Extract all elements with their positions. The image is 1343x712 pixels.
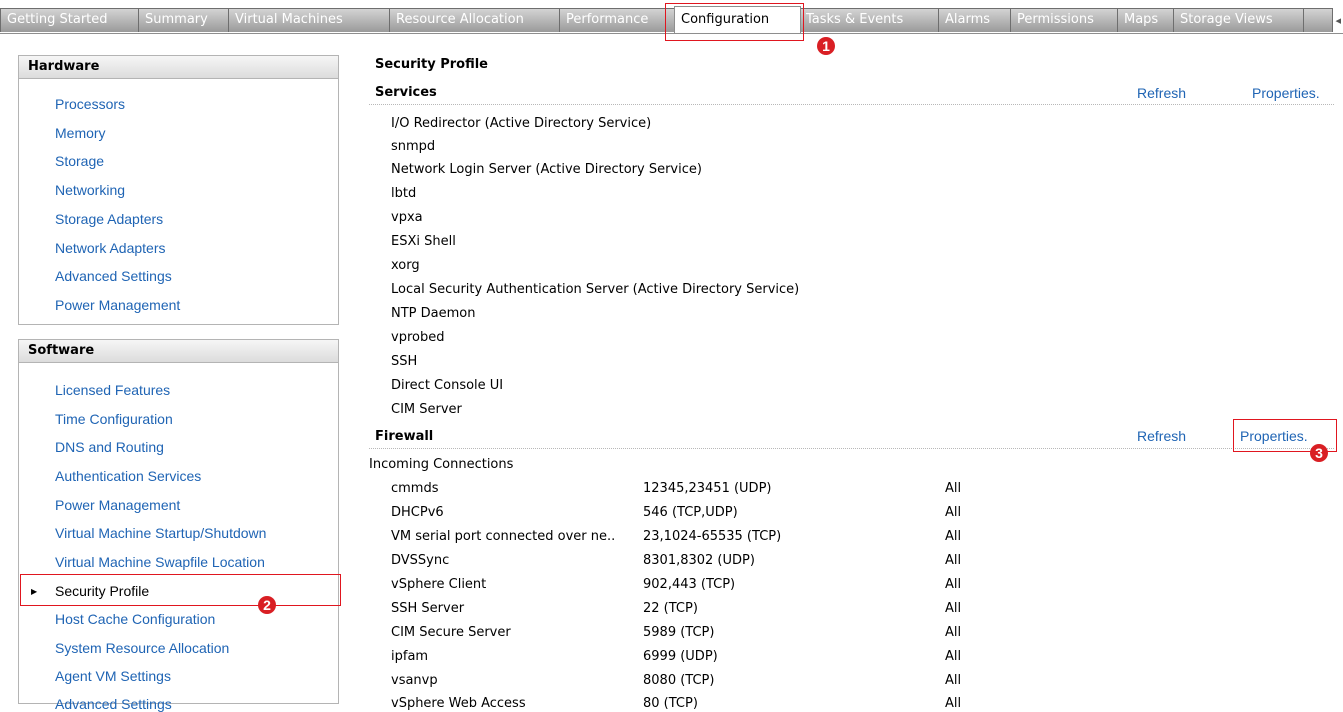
- firewall-rule-name: VM serial port connected over ne..: [391, 529, 616, 544]
- software-header[interactable]: Software: [18, 339, 339, 363]
- service-item: snmpd: [391, 139, 436, 154]
- services-header: Services: [369, 83, 1334, 105]
- firewall-rule-name: CIM Secure Server: [391, 625, 511, 640]
- hardware-header[interactable]: Hardware: [18, 55, 339, 79]
- tab-summary[interactable]: Summary: [138, 8, 230, 32]
- tab-virtual-machines[interactable]: Virtual Machines: [228, 8, 391, 32]
- firewall-rule-ports: 546 (TCP,UDP): [643, 505, 738, 520]
- firewall-rule-allowed: All: [945, 529, 962, 544]
- tab-scroll-icon[interactable]: ◂: [1335, 14, 1341, 27]
- service-item: Direct Console UI: [391, 378, 504, 393]
- annotation-badge-2: 2: [258, 596, 276, 614]
- firewall-rule-allowed: All: [945, 625, 962, 640]
- services-label: Services: [375, 85, 437, 100]
- nav-host-cache-configuration[interactable]: Host Cache Configuration: [55, 611, 215, 627]
- annotation-box-configuration: [665, 3, 804, 41]
- firewall-rule-ports: 23,1024-65535 (TCP): [643, 529, 782, 544]
- firewall-rule-ports: 12345,23451 (UDP): [643, 481, 772, 496]
- firewall-rule-allowed: All: [945, 649, 962, 664]
- firewall-rule-name: DHCPv6: [391, 505, 444, 520]
- nav-agent-vm-settings[interactable]: Agent VM Settings: [55, 668, 171, 684]
- firewall-label: Firewall: [375, 429, 434, 444]
- nav-advanced-settings-sw[interactable]: Advanced Settings: [55, 696, 172, 712]
- firewall-rule-ports: 5989 (TCP): [643, 625, 715, 640]
- firewall-rule-allowed: All: [945, 601, 962, 616]
- tab-overflow[interactable]: [1303, 8, 1333, 32]
- service-item: Network Login Server (Active Directory S…: [391, 162, 702, 177]
- service-item: NTP Daemon: [391, 306, 476, 321]
- firewall-rule-allowed: All: [945, 481, 962, 496]
- nav-memory[interactable]: Memory: [55, 125, 106, 141]
- nav-networking[interactable]: Networking: [55, 182, 125, 198]
- tab-resource-allocation[interactable]: Resource Allocation: [389, 8, 561, 32]
- nav-storage-adapters[interactable]: Storage Adapters: [55, 211, 163, 227]
- nav-time-configuration[interactable]: Time Configuration: [55, 411, 173, 427]
- nav-vm-swapfile-location[interactable]: Virtual Machine Swapfile Location: [55, 554, 265, 570]
- tab-storage-views[interactable]: Storage Views: [1173, 8, 1305, 32]
- nav-authentication-services[interactable]: Authentication Services: [55, 468, 201, 484]
- firewall-rule-allowed: All: [945, 577, 962, 592]
- firewall-refresh-link[interactable]: Refresh: [1137, 428, 1186, 444]
- services-refresh-link[interactable]: Refresh: [1137, 85, 1186, 101]
- nav-vm-startup-shutdown[interactable]: Virtual Machine Startup/Shutdown: [55, 525, 266, 541]
- firewall-rule-name: ipfam: [391, 649, 429, 664]
- nav-system-resource-allocation[interactable]: System Resource Allocation: [55, 640, 229, 656]
- service-item: SSH: [391, 354, 418, 369]
- service-item: ESXi Shell: [391, 234, 456, 249]
- service-item: vpxa: [391, 210, 423, 225]
- firewall-rule-ports: 8080 (TCP): [643, 673, 715, 688]
- service-item: vprobed: [391, 330, 445, 345]
- service-item: I/O Redirector (Active Directory Service…: [391, 116, 652, 131]
- firewall-rule-name: cmmds: [391, 481, 439, 496]
- firewall-rule-name: SSH Server: [391, 601, 465, 616]
- hardware-list: [18, 79, 339, 325]
- firewall-rule-name: vSphere Client: [391, 577, 487, 592]
- service-item: lbtd: [391, 186, 417, 201]
- nav-network-adapters[interactable]: Network Adapters: [55, 240, 166, 256]
- nav-processors[interactable]: Processors: [55, 96, 125, 112]
- tab-performance[interactable]: Performance: [559, 8, 677, 32]
- nav-advanced-settings-hw[interactable]: Advanced Settings: [55, 268, 172, 284]
- tab-maps[interactable]: Maps: [1117, 8, 1175, 32]
- firewall-rule-ports: 902,443 (TCP): [643, 577, 736, 592]
- firewall-header: Firewall: [369, 427, 1334, 449]
- firewall-rule-allowed: All: [945, 553, 962, 568]
- service-item: Local Security Authentication Server (Ac…: [391, 282, 800, 297]
- tab-getting-started[interactable]: Getting Started: [0, 8, 140, 32]
- service-item: CIM Server: [391, 402, 462, 417]
- nav-power-management-hw[interactable]: Power Management: [55, 297, 180, 313]
- nav-licensed-features[interactable]: Licensed Features: [55, 382, 170, 398]
- annotation-badge-1: 1: [817, 37, 835, 55]
- tab-alarms[interactable]: Alarms: [938, 8, 1012, 32]
- firewall-rule-ports: 6999 (UDP): [643, 649, 718, 664]
- firewall-rule-name: vsanvp: [391, 673, 438, 688]
- firewall-rule-ports: 8301,8302 (UDP): [643, 553, 755, 568]
- firewall-rule-allowed: All: [945, 673, 962, 688]
- tab-permissions[interactable]: Permissions: [1010, 8, 1119, 32]
- firewall-rule-name: DVSSync: [391, 553, 450, 568]
- tab-tasks-events[interactable]: Tasks & Events: [799, 8, 940, 32]
- service-item: xorg: [391, 258, 420, 273]
- incoming-connections-label: Incoming Connections: [369, 457, 514, 472]
- nav-storage[interactable]: Storage: [55, 153, 104, 169]
- firewall-rule-ports: 22 (TCP): [643, 601, 698, 616]
- services-properties-link[interactable]: Properties.: [1252, 85, 1320, 101]
- annotation-badge-3: 3: [1310, 444, 1328, 462]
- annotation-box-security-profile: [20, 574, 341, 606]
- page-title: Security Profile: [375, 57, 489, 72]
- nav-power-management-sw[interactable]: Power Management: [55, 497, 180, 513]
- firewall-rule-allowed: All: [945, 505, 962, 520]
- nav-dns-routing[interactable]: DNS and Routing: [55, 439, 164, 455]
